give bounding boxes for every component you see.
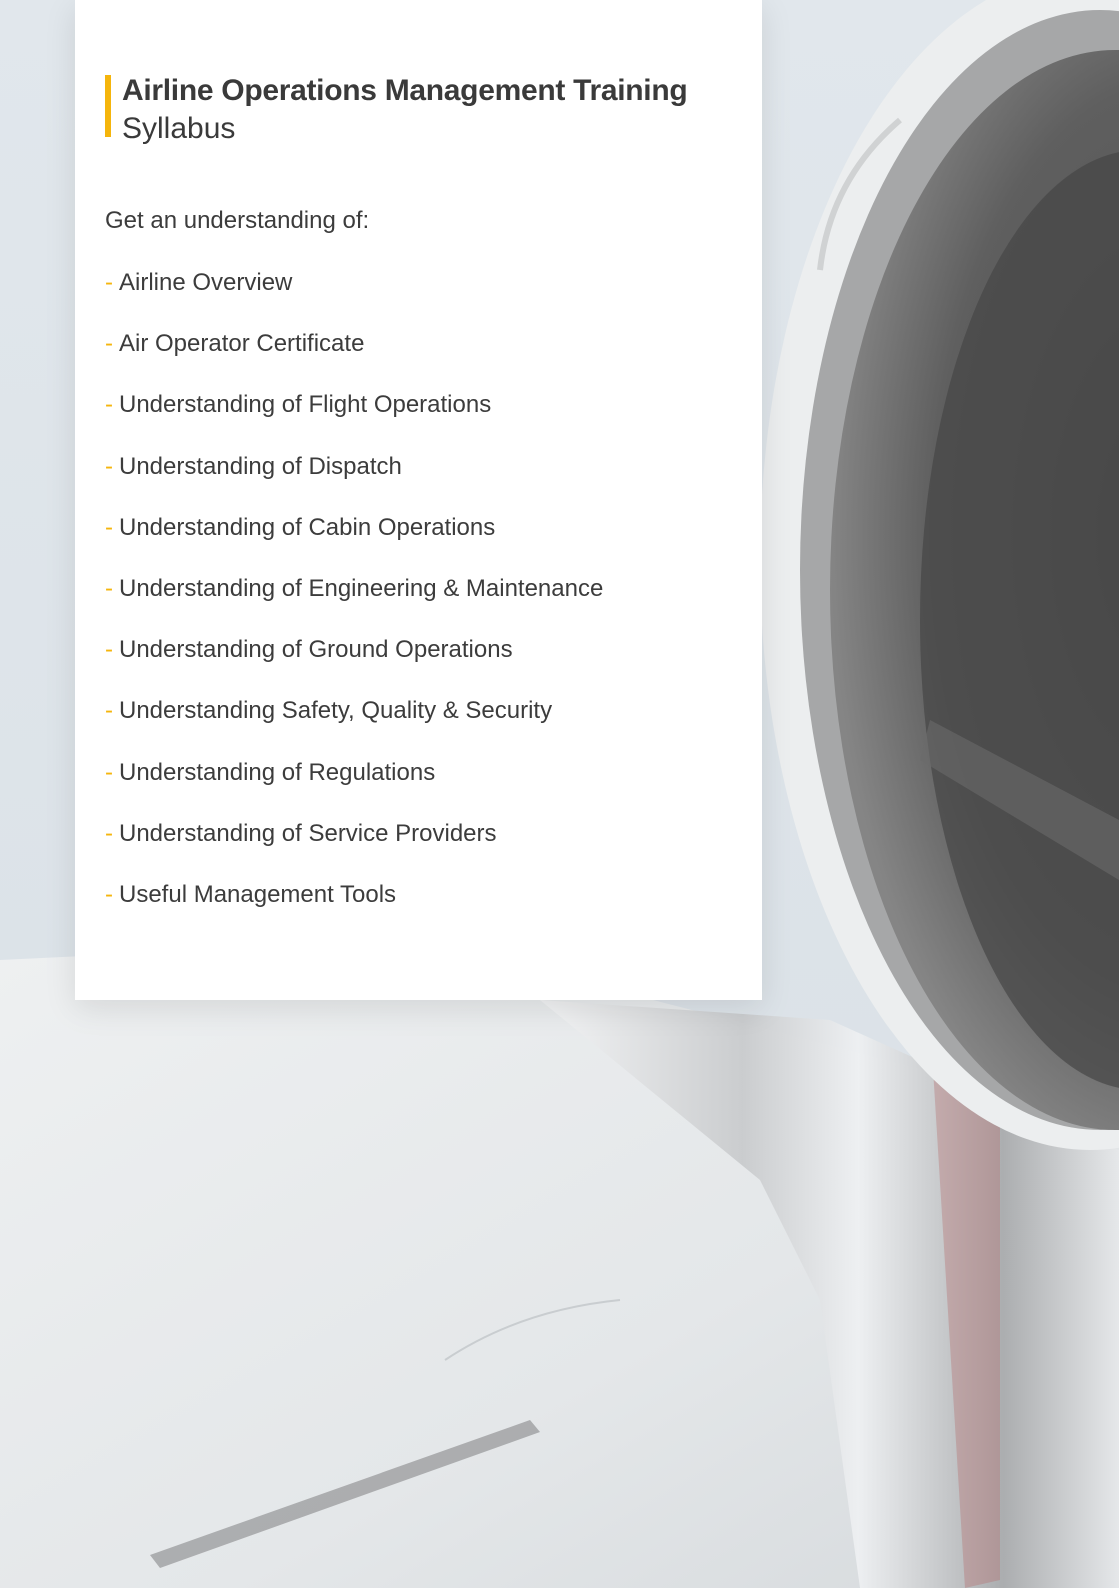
list-item: - Understanding of Regulations	[105, 758, 603, 819]
accent-bar	[105, 75, 111, 137]
list-item-label: Understanding Safety, Quality & Security	[119, 697, 553, 725]
list-item-label: Understanding of Service Providers	[119, 819, 497, 847]
page-subtitle: Syllabus	[122, 112, 236, 145]
list-item: - Air Operator Certificate	[105, 329, 603, 390]
list-item: - Understanding of Cabin Operations	[105, 513, 603, 574]
syllabus-card: Airline Operations Management Training S…	[75, 0, 762, 1000]
bullet-dash: -	[105, 574, 113, 602]
list-item-label: Understanding of Dispatch	[119, 452, 402, 480]
list-item-label: Air Operator Certificate	[119, 330, 365, 358]
list-item: - Useful Management Tools	[105, 880, 603, 941]
bullet-dash: -	[105, 452, 113, 480]
list-item-label: Understanding of Ground Operations	[119, 636, 513, 664]
list-item: - Understanding of Flight Operations	[105, 390, 603, 451]
list-item-label: Airline Overview	[119, 269, 293, 296]
page-title: Airline Operations Management Training	[122, 74, 688, 107]
bullet-dash: -	[105, 513, 113, 541]
list-item: - Understanding of Dispatch	[105, 452, 603, 513]
bullet-dash: -	[105, 391, 113, 419]
bullet-dash: -	[105, 819, 113, 847]
bullet-dash: -	[105, 330, 113, 358]
list-item-label: Understanding of Cabin Operations	[119, 513, 496, 541]
bullet-dash: -	[105, 636, 113, 664]
syllabus-list: - Airline Overview - Air Operator Certific…	[105, 268, 603, 941]
list-item-label: Useful Management Tools	[119, 880, 397, 908]
list-item-label: Understanding of Regulations	[119, 758, 436, 786]
intro-text: Get an understanding of:	[105, 207, 370, 234]
list-item: - Understanding Safety, Quality & Securit…	[105, 696, 603, 757]
heading-block: Airline Operations Management Training S…	[105, 72, 688, 148]
list-item: - Understanding of Ground Operations	[105, 635, 603, 696]
list-item: - Understanding of Service Providers	[105, 819, 603, 880]
bullet-dash: -	[105, 880, 113, 908]
list-item: - Airline Overview	[105, 268, 603, 329]
bullet-dash: -	[105, 758, 113, 786]
list-item-label: Understanding of Flight Operations	[119, 391, 492, 419]
bullet-dash: -	[105, 269, 113, 296]
bullet-dash: -	[105, 697, 113, 725]
list-item-label: Understanding of Engineering & Maintenan…	[119, 574, 604, 602]
list-item: - Understanding of Engineering & Maintena…	[105, 574, 603, 635]
